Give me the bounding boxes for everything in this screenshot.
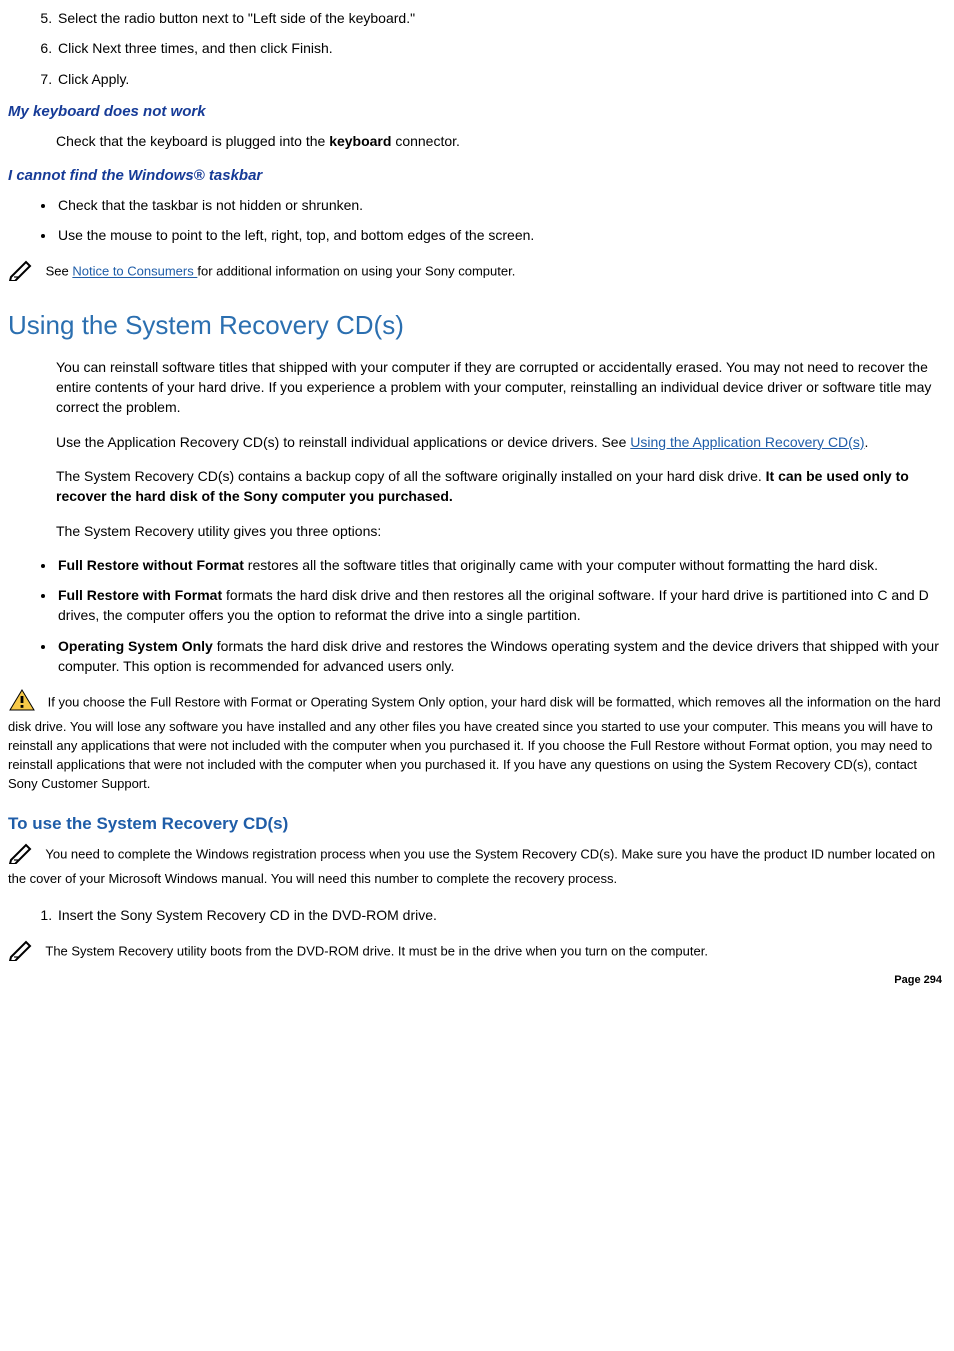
option-title: Operating System Only — [58, 638, 213, 654]
troubleshoot-heading-keyboard: My keyboard does not work — [8, 101, 946, 123]
recovery-options-intro: The System Recovery utility gives you th… — [56, 521, 946, 541]
option-desc: restores all the software titles that or… — [244, 557, 878, 573]
list-item: Click Next three times, and then click F… — [56, 38, 946, 58]
pen-note-icon — [8, 257, 36, 287]
troubleshoot-heading-taskbar: I cannot find the Windows® taskbar — [8, 165, 946, 187]
text-fragment: The System Recovery CD(s) contains a bac… — [56, 468, 766, 484]
recovery-app-cd-para: Use the Application Recovery CD(s) to re… — [56, 432, 946, 452]
warning-text: If you choose the Full Restore with Form… — [8, 695, 941, 791]
text-fragment: Use the Application Recovery CD(s) to re… — [56, 434, 630, 450]
note-boot-drive: The System Recovery utility boots from t… — [8, 937, 946, 967]
recovery-backup-para: The System Recovery CD(s) contains a bac… — [56, 466, 946, 507]
list-item-text: Check that the taskbar is not hidden or … — [58, 197, 363, 213]
using-app-recovery-link[interactable]: Using the Application Recovery CD(s) — [630, 434, 864, 450]
heading-to-use-recovery: To use the System Recovery CD(s) — [8, 812, 946, 837]
list-item-text: Click Apply. — [58, 71, 129, 87]
list-item: Click Apply. — [56, 69, 946, 89]
steps-continued-list: Select the radio button next to "Left si… — [8, 8, 946, 89]
note-text: You need to complete the Windows registr… — [8, 847, 935, 886]
note-see-consumers: See Notice to Consumers for additional i… — [8, 257, 946, 287]
text-fragment: . — [865, 434, 869, 450]
note-registration: You need to complete the Windows registr… — [8, 840, 946, 889]
list-item: Use the mouse to point to the left, righ… — [56, 225, 946, 245]
list-item: Operating System Only formats the hard d… — [56, 636, 946, 677]
list-item: Check that the taskbar is not hidden or … — [56, 195, 946, 215]
page-number: Page 294 — [8, 973, 946, 989]
list-item-text: Use the mouse to point to the left, righ… — [58, 227, 534, 243]
recovery-intro-para: You can reinstall software titles that s… — [56, 357, 946, 418]
text-fragment: Check that the keyboard is plugged into … — [56, 133, 329, 149]
list-item: Insert the Sony System Recovery CD in th… — [56, 905, 946, 925]
section-title-recovery: Using the System Recovery CD(s) — [8, 307, 946, 345]
recovery-options-list: Full Restore without Format restores all… — [8, 555, 946, 676]
list-item: Select the radio button next to "Left si… — [56, 8, 946, 28]
note-text: The System Recovery utility boots from t… — [42, 944, 708, 959]
text-fragment: See — [42, 264, 72, 279]
taskbar-bullet-list: Check that the taskbar is not hidden or … — [8, 195, 946, 246]
warning-format-note: If you choose the Full Restore with Form… — [8, 688, 946, 793]
notice-to-consumers-link[interactable]: Notice to Consumers — [72, 264, 197, 279]
text-strong: keyboard — [329, 133, 391, 149]
option-title: Full Restore with Format — [58, 587, 222, 603]
text-fragment: for additional information on using your… — [197, 264, 515, 279]
text-fragment: connector. — [391, 133, 460, 149]
pen-note-icon — [8, 937, 36, 967]
list-item-text: Insert the Sony System Recovery CD in th… — [58, 907, 437, 923]
list-item: Full Restore with Format formats the har… — [56, 585, 946, 626]
keyboard-check-text: Check that the keyboard is plugged into … — [56, 131, 946, 151]
list-item: Full Restore without Format restores all… — [56, 555, 946, 575]
recovery-steps-list: Insert the Sony System Recovery CD in th… — [8, 905, 946, 925]
warning-triangle-icon — [8, 688, 36, 718]
pen-note-icon — [8, 840, 36, 870]
option-title: Full Restore without Format — [58, 557, 244, 573]
list-item-text: Select the radio button next to "Left si… — [58, 10, 415, 26]
list-item-text: Click Next three times, and then click F… — [58, 40, 333, 56]
